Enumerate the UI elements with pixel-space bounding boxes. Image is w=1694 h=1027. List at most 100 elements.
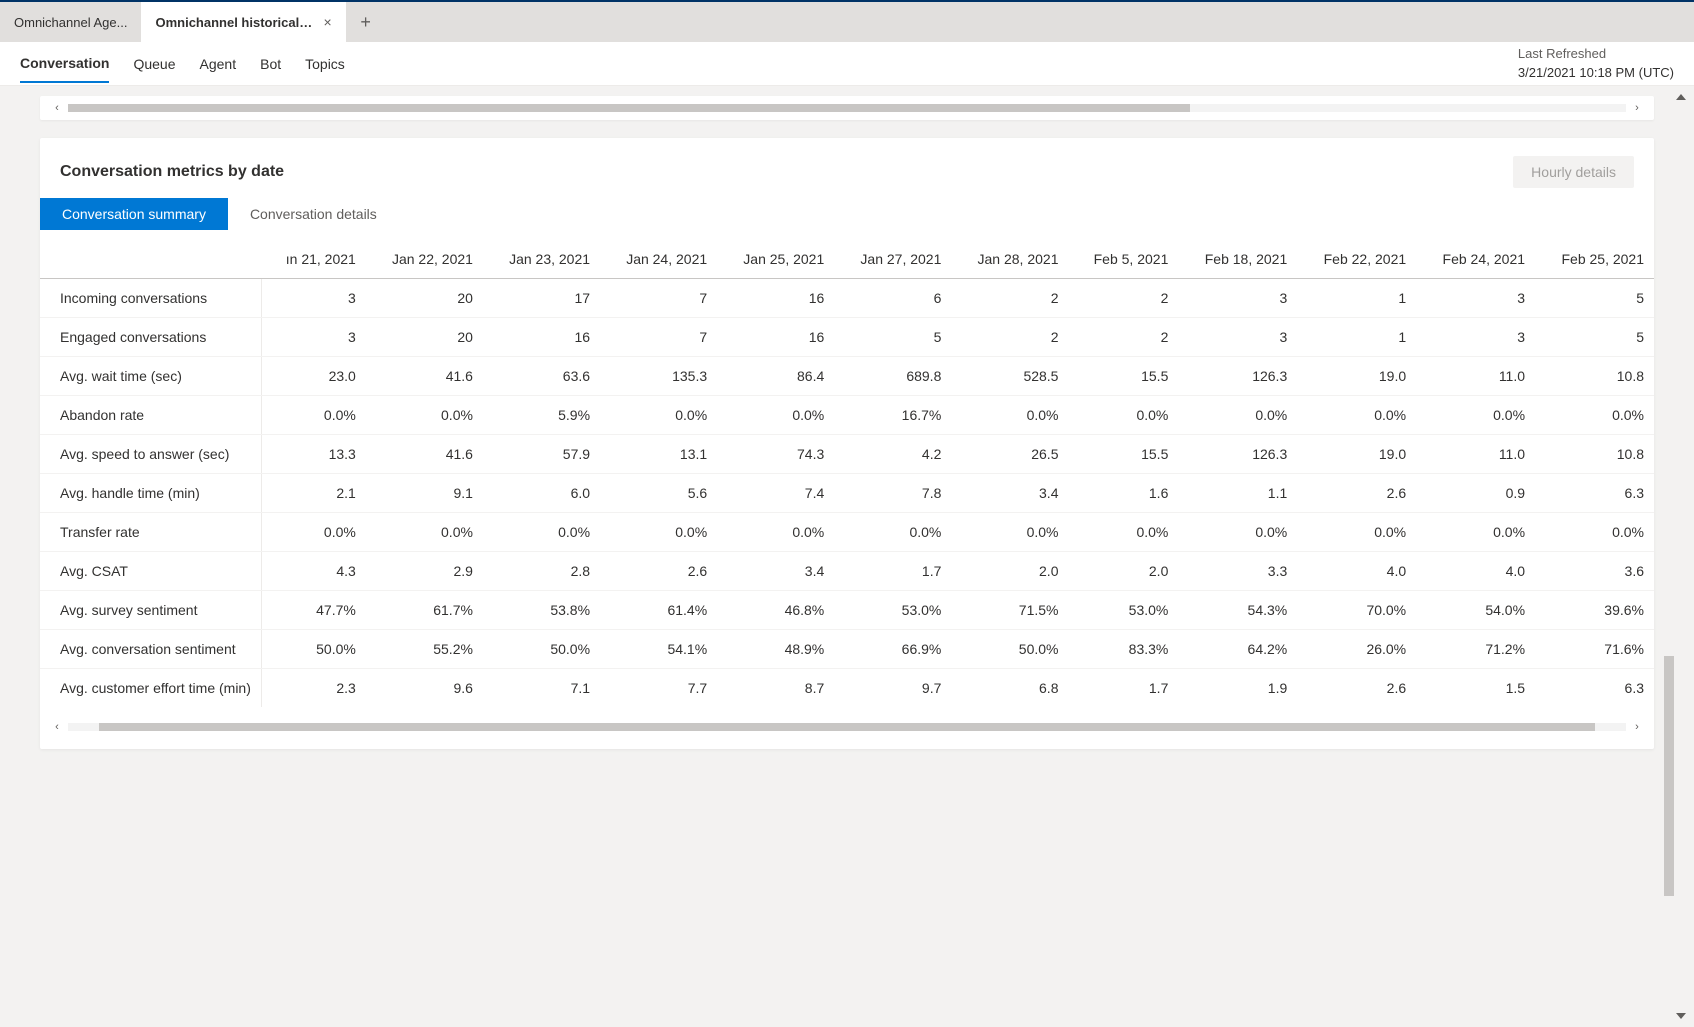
column-header[interactable]: Feb 25, 2021: [1535, 240, 1654, 279]
scroll-thumb[interactable]: [68, 104, 1190, 112]
metric-cell: 17: [483, 279, 600, 318]
metric-cell: 2.6: [1297, 474, 1416, 513]
metric-cell: 53.0%: [1068, 591, 1178, 630]
last-refreshed: Last Refreshed 3/21/2021 10:18 PM (UTC): [1518, 45, 1674, 81]
metric-cell: 3.4: [951, 474, 1068, 513]
metrics-table-wrap: ın 21, 2021Jan 22, 2021Jan 23, 2021Jan 2…: [40, 240, 1654, 707]
column-header[interactable]: ın 21, 2021: [261, 240, 365, 279]
metric-cell: 71.5%: [951, 591, 1068, 630]
metric-cell: 6.0: [483, 474, 600, 513]
metric-cell: 0.0%: [600, 396, 717, 435]
column-header[interactable]: Jan 28, 2021: [951, 240, 1068, 279]
scroll-down-icon[interactable]: [1676, 1013, 1686, 1019]
metric-cell: 10.8: [1535, 357, 1654, 396]
scroll-track[interactable]: [68, 723, 1626, 731]
metric-cell: 66.9%: [834, 630, 951, 669]
metric-cell: 0.0%: [1068, 396, 1178, 435]
metric-cell: 3: [261, 318, 365, 357]
row-label: Avg. survey sentiment: [40, 591, 261, 630]
metric-cell: 3: [261, 279, 365, 318]
column-header[interactable]: Jan 22, 2021: [366, 240, 483, 279]
metric-cell: 7.1: [483, 669, 600, 708]
metric-cell: 1.5: [1416, 669, 1535, 708]
metric-cell: 7: [600, 279, 717, 318]
nav-topics[interactable]: Topics: [305, 46, 345, 82]
upper-horizontal-scrollbar[interactable]: ‹ ›: [40, 96, 1654, 120]
metrics-card: Conversation metrics by date Hourly deta…: [40, 138, 1654, 749]
table-horizontal-scrollbar[interactable]: ‹ ›: [40, 715, 1654, 733]
column-header[interactable]: Feb 5, 2021: [1068, 240, 1178, 279]
nav-queue[interactable]: Queue: [133, 46, 175, 82]
tab-conversation-summary[interactable]: Conversation summary: [40, 198, 228, 230]
scroll-right-icon[interactable]: ›: [1632, 721, 1642, 733]
metric-cell: 63.6: [483, 357, 600, 396]
metric-cell: 7.7: [600, 669, 717, 708]
tab-conversation-details[interactable]: Conversation details: [228, 198, 399, 230]
metric-cell: 53.8%: [483, 591, 600, 630]
metric-cell: 0.0%: [951, 513, 1068, 552]
new-tab-button[interactable]: +: [346, 2, 386, 42]
metric-cell: 0.0%: [483, 513, 600, 552]
column-header[interactable]: Feb 18, 2021: [1178, 240, 1297, 279]
metric-cell: 0.0%: [261, 513, 365, 552]
column-header[interactable]: Jan 27, 2021: [834, 240, 951, 279]
nav-agent[interactable]: Agent: [200, 46, 237, 82]
metric-cell: 26.5: [951, 435, 1068, 474]
scroll-track[interactable]: [68, 104, 1626, 112]
row-label: Incoming conversations: [40, 279, 261, 318]
metric-cell: 9.1: [366, 474, 483, 513]
metric-cell: 61.7%: [366, 591, 483, 630]
tab-omnichannel-historical[interactable]: Omnichannel historical an... ×: [141, 2, 345, 42]
metric-cell: 39.6%: [1535, 591, 1654, 630]
table-row: Transfer rate0.0%0.0%0.0%0.0%0.0%0.0%0.0…: [40, 513, 1654, 552]
metric-cell: 16: [717, 279, 834, 318]
tab-omnichannel-agent[interactable]: Omnichannel Age...: [0, 2, 141, 42]
hourly-details-button[interactable]: Hourly details: [1513, 156, 1634, 188]
metric-cell: 0.0%: [600, 513, 717, 552]
metric-cell: 26.0%: [1297, 630, 1416, 669]
scroll-left-icon[interactable]: ‹: [52, 721, 62, 733]
scroll-right-icon[interactable]: ›: [1632, 102, 1642, 114]
vertical-scrollbar-thumb[interactable]: [1664, 656, 1674, 896]
scroll-left-icon[interactable]: ‹: [52, 102, 62, 114]
column-header[interactable]: Feb 24, 2021: [1416, 240, 1535, 279]
table-row: Avg. survey sentiment47.7%61.7%53.8%61.4…: [40, 591, 1654, 630]
column-header[interactable]: Jan 24, 2021: [600, 240, 717, 279]
metric-cell: 74.3: [717, 435, 834, 474]
metric-cell: 1.9: [1178, 669, 1297, 708]
metric-cell: 10.8: [1535, 435, 1654, 474]
metric-cell: 1.1: [1178, 474, 1297, 513]
close-icon[interactable]: ×: [323, 14, 331, 30]
scroll-up-icon[interactable]: [1676, 94, 1686, 100]
metric-cell: 64.2%: [1178, 630, 1297, 669]
column-header[interactable]: Jan 23, 2021: [483, 240, 600, 279]
metric-cell: 19.0: [1297, 357, 1416, 396]
table-row: Avg. speed to answer (sec)13.341.657.913…: [40, 435, 1654, 474]
metric-cell: 3: [1178, 279, 1297, 318]
metric-cell: 2.1: [261, 474, 365, 513]
metric-cell: 1: [1297, 318, 1416, 357]
nav-conversation[interactable]: Conversation: [20, 45, 109, 83]
table-row: Incoming conversations320177166223135: [40, 279, 1654, 318]
metric-cell: 5: [1535, 318, 1654, 357]
metric-cell: 0.0%: [366, 396, 483, 435]
metric-cell: 126.3: [1178, 435, 1297, 474]
column-header[interactable]: Feb 22, 2021: [1297, 240, 1416, 279]
metric-cell: 86.4: [717, 357, 834, 396]
nav-bot[interactable]: Bot: [260, 46, 281, 82]
metric-cell: 0.0%: [951, 396, 1068, 435]
metric-cell: 46.8%: [717, 591, 834, 630]
metric-cell: 4.0: [1297, 552, 1416, 591]
metric-cell: 11.0: [1416, 435, 1535, 474]
metric-cell: 3: [1178, 318, 1297, 357]
column-header[interactable]: Jan 25, 2021: [717, 240, 834, 279]
scroll-thumb[interactable]: [99, 723, 1595, 731]
row-label: Avg. customer effort time (min): [40, 669, 261, 708]
metric-cell: 3.6: [1535, 552, 1654, 591]
metric-cell: 0.0%: [1297, 513, 1416, 552]
metric-cell: 20: [366, 279, 483, 318]
table-row: Avg. customer effort time (min)2.39.67.1…: [40, 669, 1654, 708]
row-label: Abandon rate: [40, 396, 261, 435]
tab-label: Omnichannel historical an...: [155, 15, 315, 30]
table-row: Avg. conversation sentiment50.0%55.2%50.…: [40, 630, 1654, 669]
